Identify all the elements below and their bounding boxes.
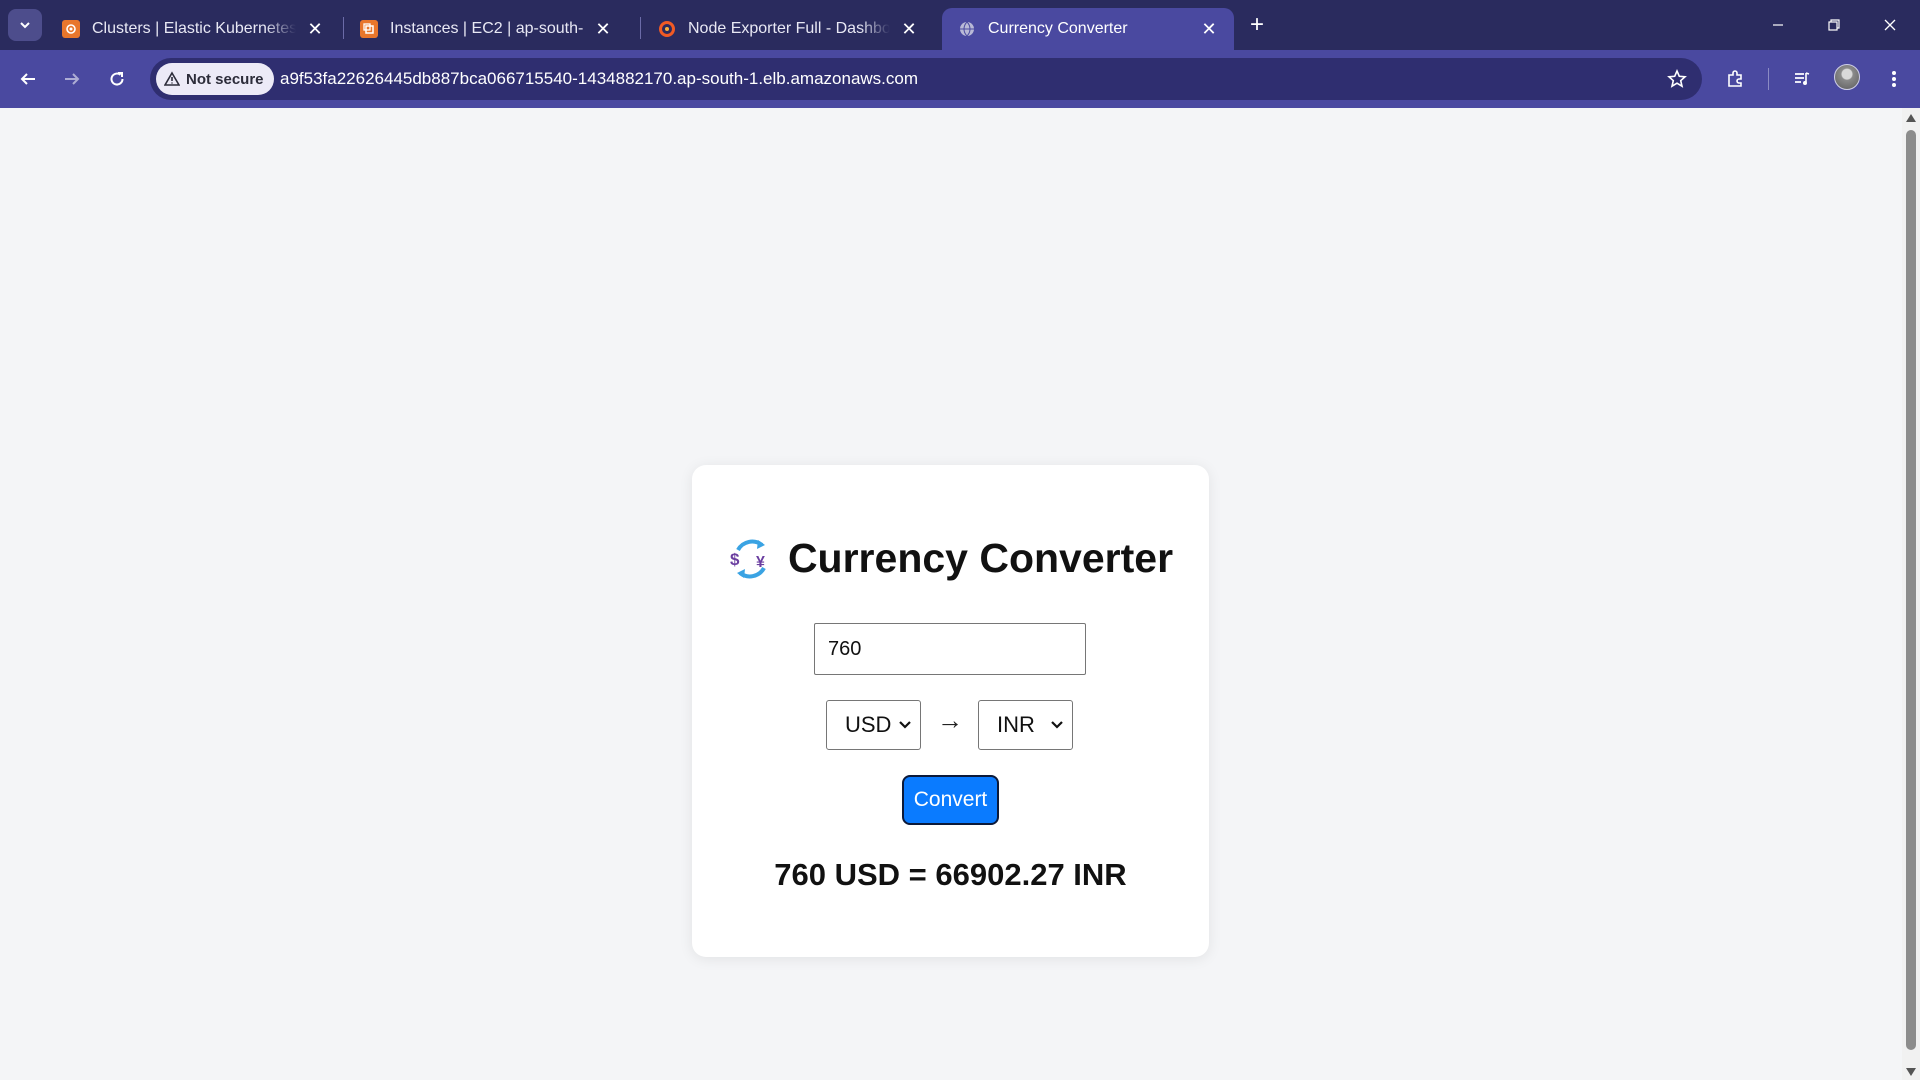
conversion-result: 760 USD = 66902.27 INR [774, 857, 1127, 892]
tab-ec2-instances[interactable]: Instances | EC2 | ap-south-1 ✕ [344, 8, 628, 50]
aws-eks-icon [62, 20, 80, 38]
close-tab-icon[interactable]: ✕ [1198, 18, 1220, 40]
chevron-down-icon [899, 721, 911, 729]
site-security-chip[interactable]: Not secure [156, 63, 274, 95]
minimize-button[interactable] [1750, 0, 1806, 50]
scrollbar-thumb[interactable] [1906, 130, 1916, 1050]
minimize-icon [1773, 24, 1783, 26]
forward-button[interactable] [56, 63, 88, 95]
tab-title: Instances | EC2 | ap-south-1 [390, 20, 584, 37]
tab-title: Clusters | Elastic Kubernetes Ser [92, 20, 296, 37]
close-window-button[interactable] [1862, 0, 1918, 50]
reload-button[interactable] [101, 63, 133, 95]
tab-title: Node Exporter Full - Dashboard [688, 20, 890, 37]
profile-avatar[interactable] [1834, 64, 1860, 90]
more-vertical-icon [1892, 71, 1896, 87]
tab-currency-converter[interactable]: Currency Converter ✕ [942, 8, 1234, 50]
conversion-arrow: → [937, 705, 963, 735]
arrow-left-icon [20, 73, 35, 85]
tab-eks-clusters[interactable]: Clusters | Elastic Kubernetes Ser ✕ [46, 8, 340, 50]
close-icon [1884, 19, 1896, 31]
tab-search-button[interactable] [8, 9, 42, 41]
tab-title: Currency Converter [988, 20, 1128, 37]
playlist-icon [1795, 72, 1810, 85]
close-tab-icon[interactable]: ✕ [304, 18, 326, 40]
bookmark-button[interactable] [1666, 68, 1688, 90]
converter-card: $ ¥ Currency Converter USD → INR Convert… [692, 465, 1209, 957]
chevron-down-icon [20, 22, 30, 29]
globe-icon [958, 20, 976, 38]
to-currency-select[interactable]: INR [978, 700, 1073, 750]
close-tab-icon[interactable]: ✕ [898, 18, 920, 40]
to-currency-value: INR [997, 712, 1035, 737]
url-text[interactable]: a9f53fa22626445db887bca066715540-1434882… [280, 69, 918, 89]
browser-titlebar: Clusters | Elastic Kubernetes Ser ✕ Inst… [0, 0, 1920, 50]
toolbar-divider [1768, 68, 1769, 90]
warning-icon [164, 71, 180, 86]
chevron-down-icon [1051, 721, 1063, 729]
plus-icon: + [1249, 11, 1264, 38]
scroll-down-icon[interactable] [1906, 1068, 1916, 1076]
page-heading: $ ¥ Currency Converter [692, 535, 1209, 582]
tab-grafana-dashboard[interactable]: Node Exporter Full - Dashboard ✕ [642, 8, 934, 50]
restore-icon [1828, 19, 1840, 31]
star-icon [1667, 69, 1687, 88]
reload-icon [110, 72, 124, 86]
menu-button[interactable] [1878, 63, 1910, 95]
svg-text:$: $ [730, 550, 740, 569]
address-bar[interactable]: Not secure a9f53fa22626445db887bca066715… [150, 58, 1702, 100]
browser-toolbar: Not secure a9f53fa22626445db887bca066715… [0, 50, 1920, 108]
amount-input[interactable] [814, 623, 1086, 675]
currency-exchange-icon: $ ¥ [730, 539, 766, 578]
media-control-button[interactable] [1786, 63, 1818, 95]
restore-button[interactable] [1806, 0, 1862, 50]
svg-text:¥: ¥ [756, 554, 765, 571]
scroll-up-icon[interactable] [1906, 114, 1916, 122]
security-label: Not secure [186, 70, 264, 88]
from-currency-value: USD [845, 712, 892, 737]
extensions-button[interactable] [1720, 63, 1752, 95]
new-tab-button[interactable]: + [1243, 11, 1271, 39]
grafana-icon [658, 20, 676, 38]
page-viewport: $ ¥ Currency Converter USD → INR Convert… [0, 108, 1902, 1078]
arrow-right-icon [65, 73, 80, 85]
aws-ec2-icon [360, 20, 378, 38]
from-currency-select[interactable]: USD [826, 700, 921, 750]
close-tab-icon[interactable]: ✕ [592, 18, 614, 40]
page-title: Currency Converter [787, 535, 1174, 581]
puzzle-icon [1728, 70, 1742, 87]
back-button[interactable] [12, 63, 44, 95]
convert-button[interactable]: Convert [902, 775, 999, 825]
vertical-scrollbar[interactable] [1902, 108, 1920, 1080]
